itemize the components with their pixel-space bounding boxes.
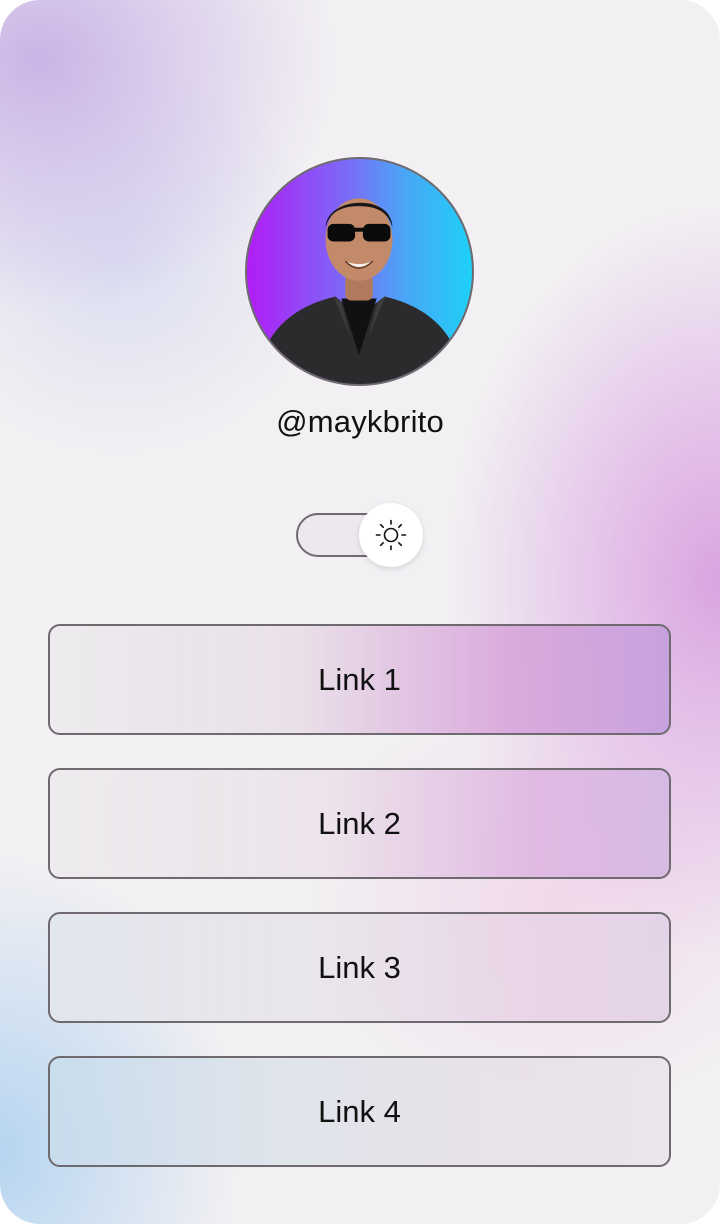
profile-username: @maykbrito [276,404,444,439]
link-button-3[interactable]: Link 3 [48,912,671,1023]
theme-toggle[interactable] [296,503,423,567]
toggle-knob[interactable] [359,503,423,567]
sun-icon [375,519,407,551]
profile-avatar [245,157,474,386]
link-button-2[interactable]: Link 2 [48,768,671,879]
page-background: @maykbrito Link 1 Link 2 Link 3 Link 4 [0,0,720,1224]
link-button-4[interactable]: Link 4 [48,1056,671,1167]
profile-photo [256,198,464,384]
link-button-1[interactable]: Link 1 [48,624,671,735]
